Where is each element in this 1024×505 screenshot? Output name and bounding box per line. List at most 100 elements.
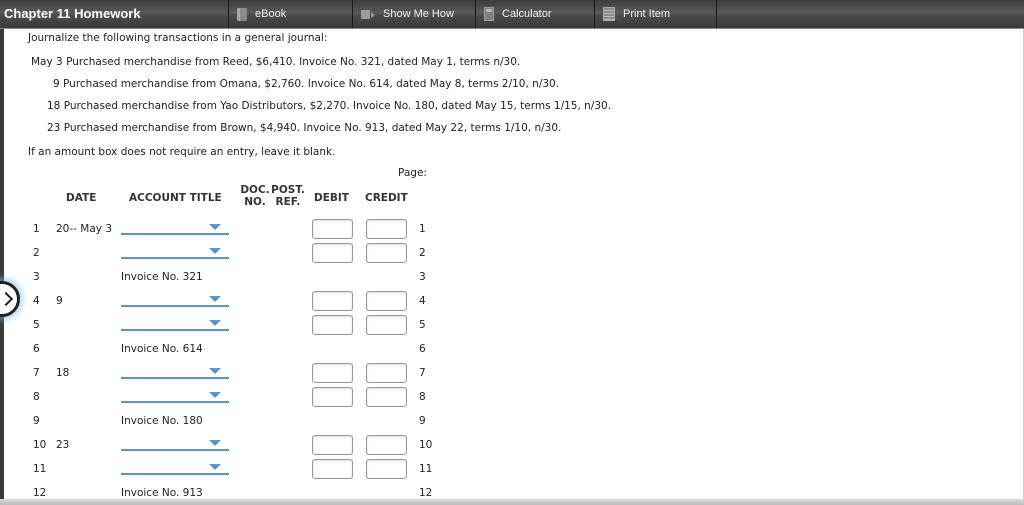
credit-input[interactable] <box>366 315 407 335</box>
debit-input[interactable] <box>312 387 353 407</box>
blank-entry-note: If an amount box does not require an ent… <box>28 146 336 158</box>
line-number-right: 2 <box>419 247 426 259</box>
calculator-icon <box>484 7 494 21</box>
line-number-right: 7 <box>419 367 426 379</box>
line-number-right: 5 <box>419 319 426 331</box>
chevron-down-icon <box>209 440 221 446</box>
account-title-dropdown[interactable] <box>121 437 229 451</box>
credit-input[interactable] <box>366 243 407 263</box>
problem-content: Journalize the following transactions in… <box>0 29 1024 505</box>
chevron-down-icon <box>209 248 221 254</box>
horizontal-scrollbar[interactable] <box>0 499 1024 505</box>
print-item-button[interactable]: Print Item <box>595 0 717 28</box>
account-title-dropdown[interactable] <box>121 461 229 475</box>
line-number-right: 1 <box>419 223 426 235</box>
assignment-title: Chapter 11 Homework <box>0 0 229 28</box>
credit-input[interactable] <box>366 291 407 311</box>
account-title-dropdown[interactable] <box>121 389 229 403</box>
account-title-dropdown[interactable] <box>121 221 229 235</box>
line-number: 2 <box>33 247 40 259</box>
header-doc-line2: NO. <box>244 196 266 208</box>
entry-date: 18 <box>56 367 70 379</box>
line-number-right: 6 <box>419 343 426 355</box>
header-post-ref: POST. REF. <box>270 184 306 208</box>
debit-input[interactable] <box>312 219 353 239</box>
credit-input[interactable] <box>366 435 407 455</box>
debit-input[interactable] <box>312 363 353 383</box>
journal-row: 6 Invoice No. 614 6 <box>0 339 1024 361</box>
entry-date: 9 <box>56 295 63 307</box>
header-account-title: ACCOUNT TITLE <box>129 192 222 204</box>
page-label: Page: <box>398 167 427 179</box>
line-number-right: 11 <box>419 463 433 475</box>
chevron-down-icon <box>209 368 221 374</box>
account-title-dropdown[interactable] <box>121 293 229 307</box>
debit-input[interactable] <box>312 243 353 263</box>
line-number: 8 <box>33 391 40 403</box>
chevron-down-icon <box>209 320 221 326</box>
credit-input[interactable] <box>366 363 407 383</box>
transaction-may-9: 9 Purchased merchandise from Omana, $2,7… <box>53 78 560 90</box>
debit-input[interactable] <box>312 459 353 479</box>
journal-row: 88 <box>0 387 1024 409</box>
line-number-right: 9 <box>419 415 426 427</box>
print-icon <box>603 7 615 21</box>
video-camera-icon <box>361 9 375 19</box>
credit-input[interactable] <box>366 387 407 407</box>
chevron-down-icon <box>209 296 221 302</box>
debit-input[interactable] <box>312 315 353 335</box>
journal-row: 22 <box>0 243 1024 265</box>
account-title-dropdown[interactable] <box>121 317 229 331</box>
invoice-memo: Invoice No. 180 <box>121 415 203 427</box>
line-number-right: 3 <box>419 271 426 283</box>
header-post-line1: POST. <box>271 184 305 196</box>
debit-input[interactable] <box>312 435 353 455</box>
line-number-right: 12 <box>419 487 433 499</box>
line-number: 3 <box>33 271 40 283</box>
line-number: 7 <box>33 367 40 379</box>
line-number: 5 <box>33 319 40 331</box>
line-number-right: 10 <box>419 439 433 451</box>
journal-row: 3 Invoice No. 321 3 <box>0 267 1024 289</box>
journal-row: 10 23 10 <box>0 435 1024 457</box>
transaction-may-18: 18 Purchased merchandise from Yao Distri… <box>47 100 612 112</box>
line-number: 1 <box>33 223 40 235</box>
debit-input[interactable] <box>312 291 353 311</box>
journal-row: 55 <box>0 315 1024 337</box>
journal-row: 7 18 7 <box>0 363 1024 385</box>
print-item-label: Print Item <box>623 8 671 20</box>
header-post-line2: REF. <box>275 196 301 208</box>
line-number: 6 <box>33 343 40 355</box>
account-title-dropdown[interactable] <box>121 245 229 259</box>
chevron-down-icon <box>209 464 221 470</box>
entry-date: 20-- May 3 <box>56 223 113 235</box>
account-title-dropdown[interactable] <box>121 365 229 379</box>
line-number-right: 4 <box>419 295 426 307</box>
ebook-button[interactable]: eBook <box>229 0 353 28</box>
journal-row: 11 11 <box>0 459 1024 481</box>
credit-input[interactable] <box>366 459 407 479</box>
transaction-may-23: 23 Purchased merchandise from Brown, $4,… <box>47 122 562 134</box>
header-debit: DEBIT <box>314 192 349 204</box>
transaction-may-3: May 3 Purchased merchandise from Reed, $… <box>31 56 521 68</box>
calculator-label: Calculator <box>502 8 552 20</box>
show-me-how-button[interactable]: Show Me How <box>353 0 476 28</box>
calculator-button[interactable]: Calculator <box>476 0 595 28</box>
credit-input[interactable] <box>366 219 407 239</box>
top-toolbar: Chapter 11 Homework eBook Show Me How Ca… <box>0 0 1024 29</box>
invoice-memo: Invoice No. 913 <box>121 487 203 499</box>
journal-row: 1 20-- May 3 1 <box>0 219 1024 241</box>
line-number: 11 <box>33 463 47 475</box>
chevron-down-icon <box>209 392 221 398</box>
show-me-how-label: Show Me How <box>383 8 454 20</box>
chevron-down-icon <box>209 224 221 230</box>
header-doc-no: DOC. NO. <box>237 184 273 208</box>
invoice-memo: Invoice No. 321 <box>121 271 203 283</box>
line-number: 12 <box>33 487 47 499</box>
header-doc-line1: DOC. <box>240 184 270 196</box>
line-number: 10 <box>33 439 47 451</box>
journal-row: 9 Invoice No. 180 9 <box>0 411 1024 433</box>
ebook-label: eBook <box>255 8 287 20</box>
line-number: 4 <box>33 295 40 307</box>
line-number: 9 <box>33 415 40 427</box>
